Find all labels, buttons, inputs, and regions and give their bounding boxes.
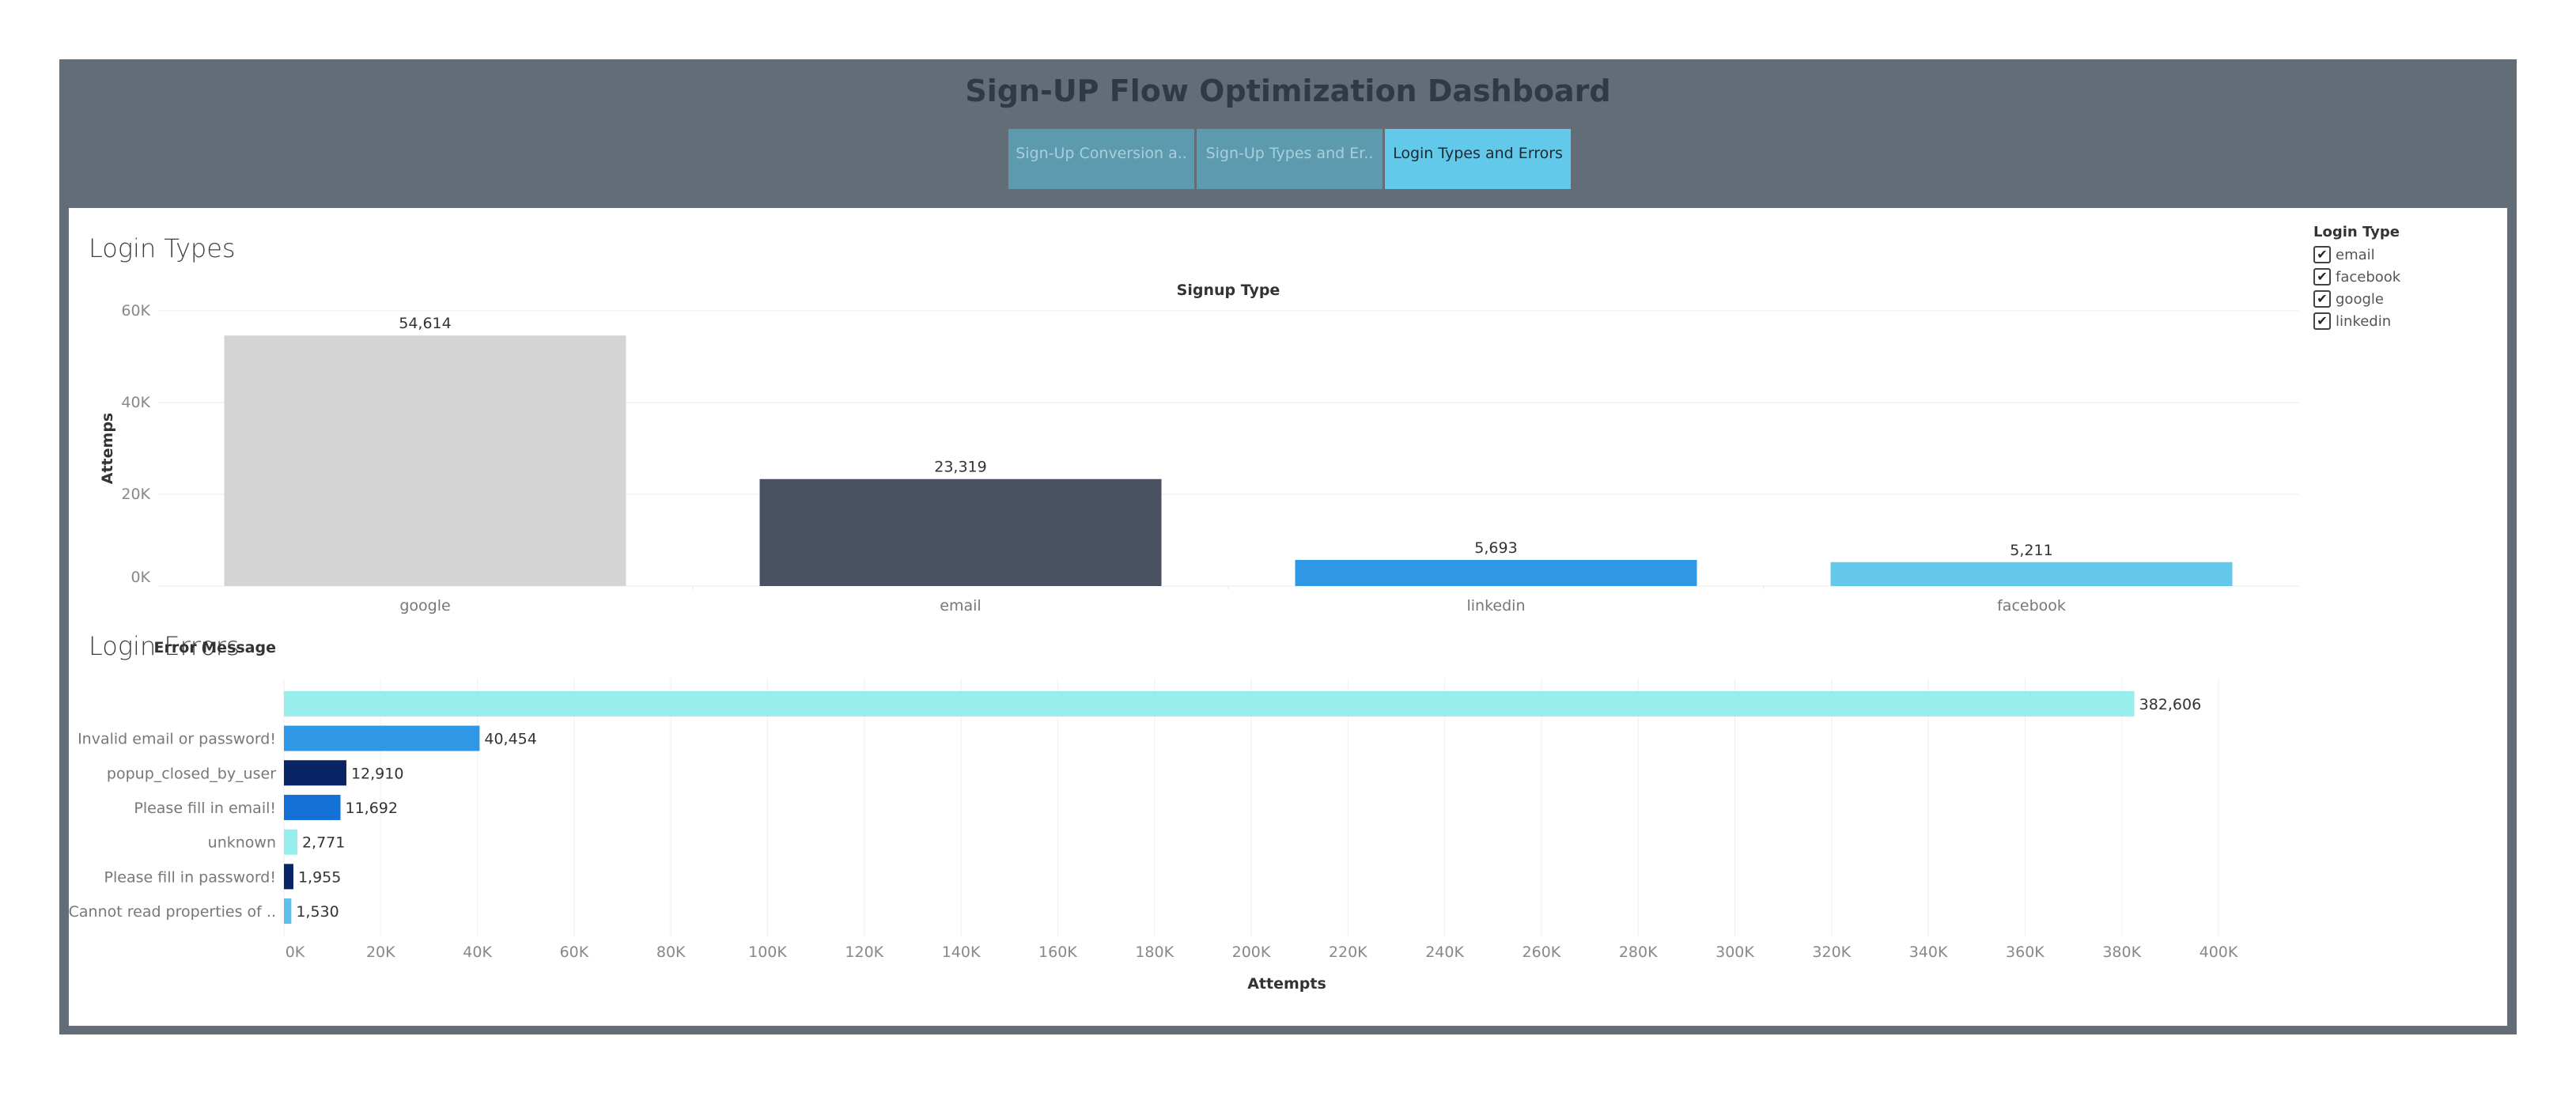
legend-item-facebook[interactable]: ✔ facebook (2313, 266, 2400, 288)
legend-label: linkedin (2336, 312, 2392, 330)
data-label: 12,910 (351, 765, 403, 782)
y-tick-label: 40K (121, 394, 150, 411)
x-tick-label: 40K (463, 944, 492, 961)
data-label: 5,693 (1474, 539, 1517, 557)
data-label: 40,454 (484, 731, 536, 748)
category-label: Please fill in password! (104, 868, 276, 886)
bar (284, 725, 480, 751)
x-tick-label: 300K (1715, 944, 1754, 961)
x-tick-label: 200K (1232, 944, 1271, 961)
tab-login-types-errors[interactable]: Login Types and Errors (1385, 129, 1571, 189)
category-label: Invalid email or password! (78, 731, 276, 748)
x-tick-label: 260K (1523, 944, 1561, 961)
bar (284, 794, 341, 820)
x-tick-label: 80K (656, 944, 686, 961)
x-tick-label: linkedin (1467, 597, 1526, 615)
login-types-chart: Signup Type 0K 20K 40K 60K Attemps 54,614 googl… (99, 282, 2299, 615)
checkbox-icon[interactable]: ✔ (2313, 312, 2331, 330)
dashboard-frame: Sign-UP Flow Optimization Dashboard Sign… (59, 59, 2517, 1034)
category-label: Please fill in email! (134, 800, 276, 817)
tab-signup-types-errors[interactable]: Sign-Up Types and Er.. (1197, 129, 1383, 189)
data-label: 23,319 (934, 459, 986, 476)
login-type-legend: Login Type ✔ email ✔ facebook ✔ google ✔… (2313, 224, 2400, 332)
legend-label: facebook (2336, 268, 2401, 286)
x-tick-label: 380K (2102, 944, 2141, 961)
legend-label: email (2336, 246, 2375, 263)
bar (284, 829, 297, 855)
category-header: Error Message (154, 639, 276, 656)
bar (759, 478, 1162, 586)
data-label: 1,955 (298, 868, 341, 886)
x-tick-label: 220K (1329, 944, 1367, 961)
chart-subtitle: Signup Type (1177, 282, 1280, 299)
y-tick-label: 60K (121, 302, 150, 320)
data-label: 5,211 (2010, 542, 2052, 559)
data-label: 2,771 (302, 834, 345, 852)
legend-title: Login Type (2313, 224, 2400, 240)
category-label: popup_closed_by_user (107, 765, 276, 782)
x-tick-label: 280K (1619, 944, 1658, 961)
bar (284, 690, 2135, 717)
bar (224, 335, 626, 586)
x-tick-label: 100K (748, 944, 787, 961)
legend-item-email[interactable]: ✔ email (2313, 244, 2400, 266)
x-tick-label: 240K (1425, 944, 1464, 961)
x-tick-label: 320K (1812, 944, 1851, 961)
x-tick-label: 20K (366, 944, 395, 961)
checkbox-icon[interactable]: ✔ (2313, 246, 2331, 263)
legend-item-linkedin[interactable]: ✔ linkedin (2313, 310, 2400, 332)
x-tick-label: 60K (560, 944, 589, 961)
x-tick-label: 400K (2200, 944, 2238, 961)
y-axis-label: Attemps (99, 413, 116, 484)
x-axis-label: Attempts (1247, 975, 1326, 993)
data-label: 11,692 (345, 800, 397, 817)
bar (284, 760, 346, 786)
y-tick-label: 0K (131, 569, 150, 586)
data-label: 382,606 (2139, 696, 2202, 713)
legend-item-google[interactable]: ✔ google (2313, 288, 2400, 310)
x-tick-label: google (399, 597, 450, 615)
tab-signup-conversion[interactable]: Sign-Up Conversion a.. (1008, 129, 1194, 189)
checkbox-icon[interactable]: ✔ (2313, 268, 2331, 286)
data-label: 54,614 (399, 315, 451, 332)
login-errors-chart: Error Message 0K 20K 40K 60K 80K 100K 120K 140K 1… (69, 639, 2238, 993)
dashboard-panel: Login Types Login Errors Signup Type 0K 20… (69, 208, 2507, 1026)
x-tick-label: 140K (942, 944, 981, 961)
bar (1295, 559, 1697, 586)
x-tick-label: 0K (286, 944, 305, 961)
x-tick-label: 340K (1909, 944, 1948, 961)
bar (1830, 562, 2233, 586)
x-tick-label: 180K (1135, 944, 1174, 961)
legend-label: google (2336, 290, 2384, 308)
x-tick-label: email (940, 597, 981, 615)
dashboard-title: Sign-UP Flow Optimization Dashboard (965, 74, 1611, 108)
y-tick-label: 20K (121, 486, 150, 503)
x-tick-label: 360K (2006, 944, 2045, 961)
x-tick-label: facebook (1997, 597, 2066, 615)
bar (284, 898, 292, 925)
data-label: 1,530 (296, 903, 339, 921)
category-label: Cannot read properties of .. (69, 903, 276, 921)
x-tick-label: 120K (845, 944, 883, 961)
bar (284, 864, 293, 890)
checkbox-icon[interactable]: ✔ (2313, 290, 2331, 308)
category-label: unknown (208, 834, 276, 852)
x-tick-label: 160K (1038, 944, 1077, 961)
